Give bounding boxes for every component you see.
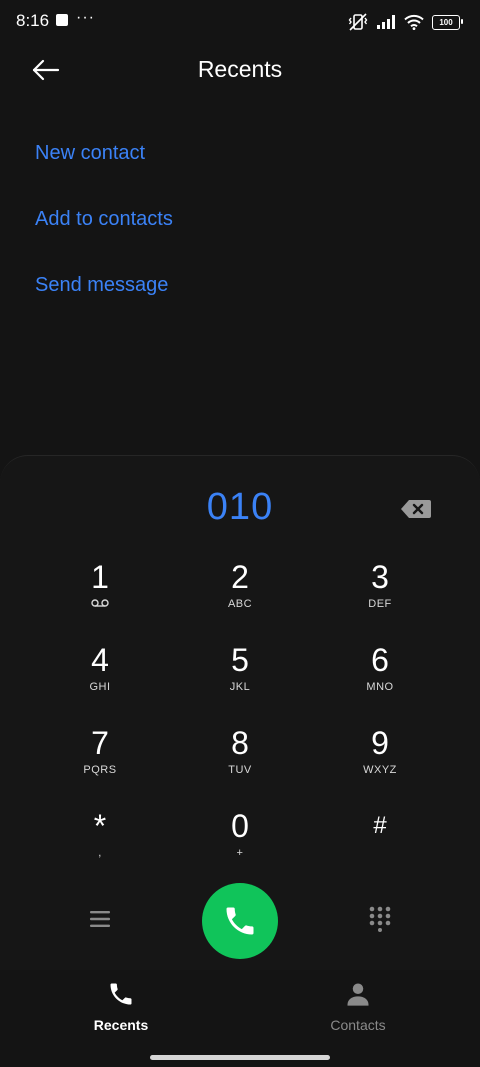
phone-icon bbox=[110, 983, 132, 1005]
send-message-link[interactable]: Send message bbox=[35, 262, 173, 328]
battery-level: 100 bbox=[439, 17, 453, 27]
wifi-icon bbox=[404, 14, 424, 30]
new-contact-link[interactable]: New contact bbox=[35, 130, 173, 196]
more-notifications-icon: ··· bbox=[76, 9, 95, 26]
key-letters: PQRS bbox=[83, 764, 117, 776]
key-digit: 0 bbox=[231, 808, 249, 844]
home-indicator[interactable] bbox=[150, 1055, 330, 1060]
dialer-panel: 010 1 2 ABC 3 DEF 4 GHI 5 JKL 6 MNO 7 PQ… bbox=[0, 455, 480, 971]
action-list: New contact Add to contacts Send message bbox=[35, 130, 173, 328]
key-9[interactable]: 9 WXYZ bbox=[320, 724, 440, 794]
tab-recents[interactable]: Recents bbox=[61, 980, 181, 1033]
key-digit: 4 bbox=[91, 642, 109, 678]
key-digit: 8 bbox=[231, 725, 249, 761]
key-digit: # bbox=[373, 812, 387, 839]
menu-icon[interactable] bbox=[89, 909, 111, 929]
key-3[interactable]: 3 DEF bbox=[320, 558, 440, 628]
add-to-contacts-link[interactable]: Add to contacts bbox=[35, 196, 173, 262]
key-letters bbox=[320, 847, 440, 861]
page-title: Recents bbox=[197, 56, 283, 82]
key-7[interactable]: 7 PQRS bbox=[40, 724, 160, 794]
header: Recents bbox=[0, 44, 480, 96]
key-letters: , bbox=[98, 847, 102, 859]
key-letters: WXYZ bbox=[363, 764, 397, 776]
tab-label: Contacts bbox=[330, 1017, 386, 1033]
notification-icon bbox=[56, 14, 68, 26]
key-star[interactable]: * , bbox=[40, 807, 160, 877]
vibrate-off-icon bbox=[348, 13, 368, 31]
key-4[interactable]: 4 GHI bbox=[40, 641, 160, 711]
battery-icon: 100 bbox=[432, 14, 463, 30]
key-6[interactable]: 6 MNO bbox=[320, 641, 440, 711]
key-letters: MNO bbox=[366, 681, 394, 693]
key-digit: 9 bbox=[371, 725, 389, 761]
key-letters: JKL bbox=[229, 681, 251, 693]
key-digit: 6 bbox=[371, 642, 389, 678]
key-digit: 1 bbox=[91, 559, 109, 595]
dialpad-icon[interactable] bbox=[369, 906, 391, 932]
voicemail-icon bbox=[40, 598, 160, 612]
tab-label: Recents bbox=[93, 1017, 149, 1033]
key-2[interactable]: 2 ABC bbox=[180, 558, 300, 628]
key-letters: ABC bbox=[227, 598, 253, 610]
status-bar: 8:16 ··· 100 bbox=[0, 0, 480, 44]
key-digit: 2 bbox=[231, 559, 249, 595]
key-hash[interactable]: # bbox=[320, 807, 440, 877]
key-letters: + bbox=[236, 847, 244, 859]
status-icons: 100 bbox=[348, 12, 463, 32]
key-digit: 5 bbox=[231, 642, 249, 678]
key-digit: 3 bbox=[371, 559, 389, 595]
signal-icon bbox=[377, 15, 395, 29]
status-time: 8:16 bbox=[16, 11, 50, 30]
key-0[interactable]: 0 + bbox=[180, 807, 300, 877]
phone-icon bbox=[226, 907, 254, 935]
bottom-tab-bar: Recents Contacts bbox=[0, 970, 480, 1067]
key-8[interactable]: 8 TUV bbox=[180, 724, 300, 794]
tab-contacts[interactable]: Contacts bbox=[298, 980, 418, 1033]
dialer-controls bbox=[0, 881, 480, 961]
key-digit: 7 bbox=[91, 725, 109, 761]
call-button[interactable] bbox=[202, 883, 278, 959]
key-letters: TUV bbox=[228, 764, 252, 776]
key-letters: DEF bbox=[368, 598, 392, 610]
person-icon bbox=[347, 983, 369, 1006]
key-1[interactable]: 1 bbox=[40, 558, 160, 628]
key-digit: * bbox=[93, 808, 107, 844]
key-letters: GHI bbox=[89, 681, 111, 693]
backspace-icon[interactable] bbox=[400, 498, 432, 520]
key-5[interactable]: 5 JKL bbox=[180, 641, 300, 711]
